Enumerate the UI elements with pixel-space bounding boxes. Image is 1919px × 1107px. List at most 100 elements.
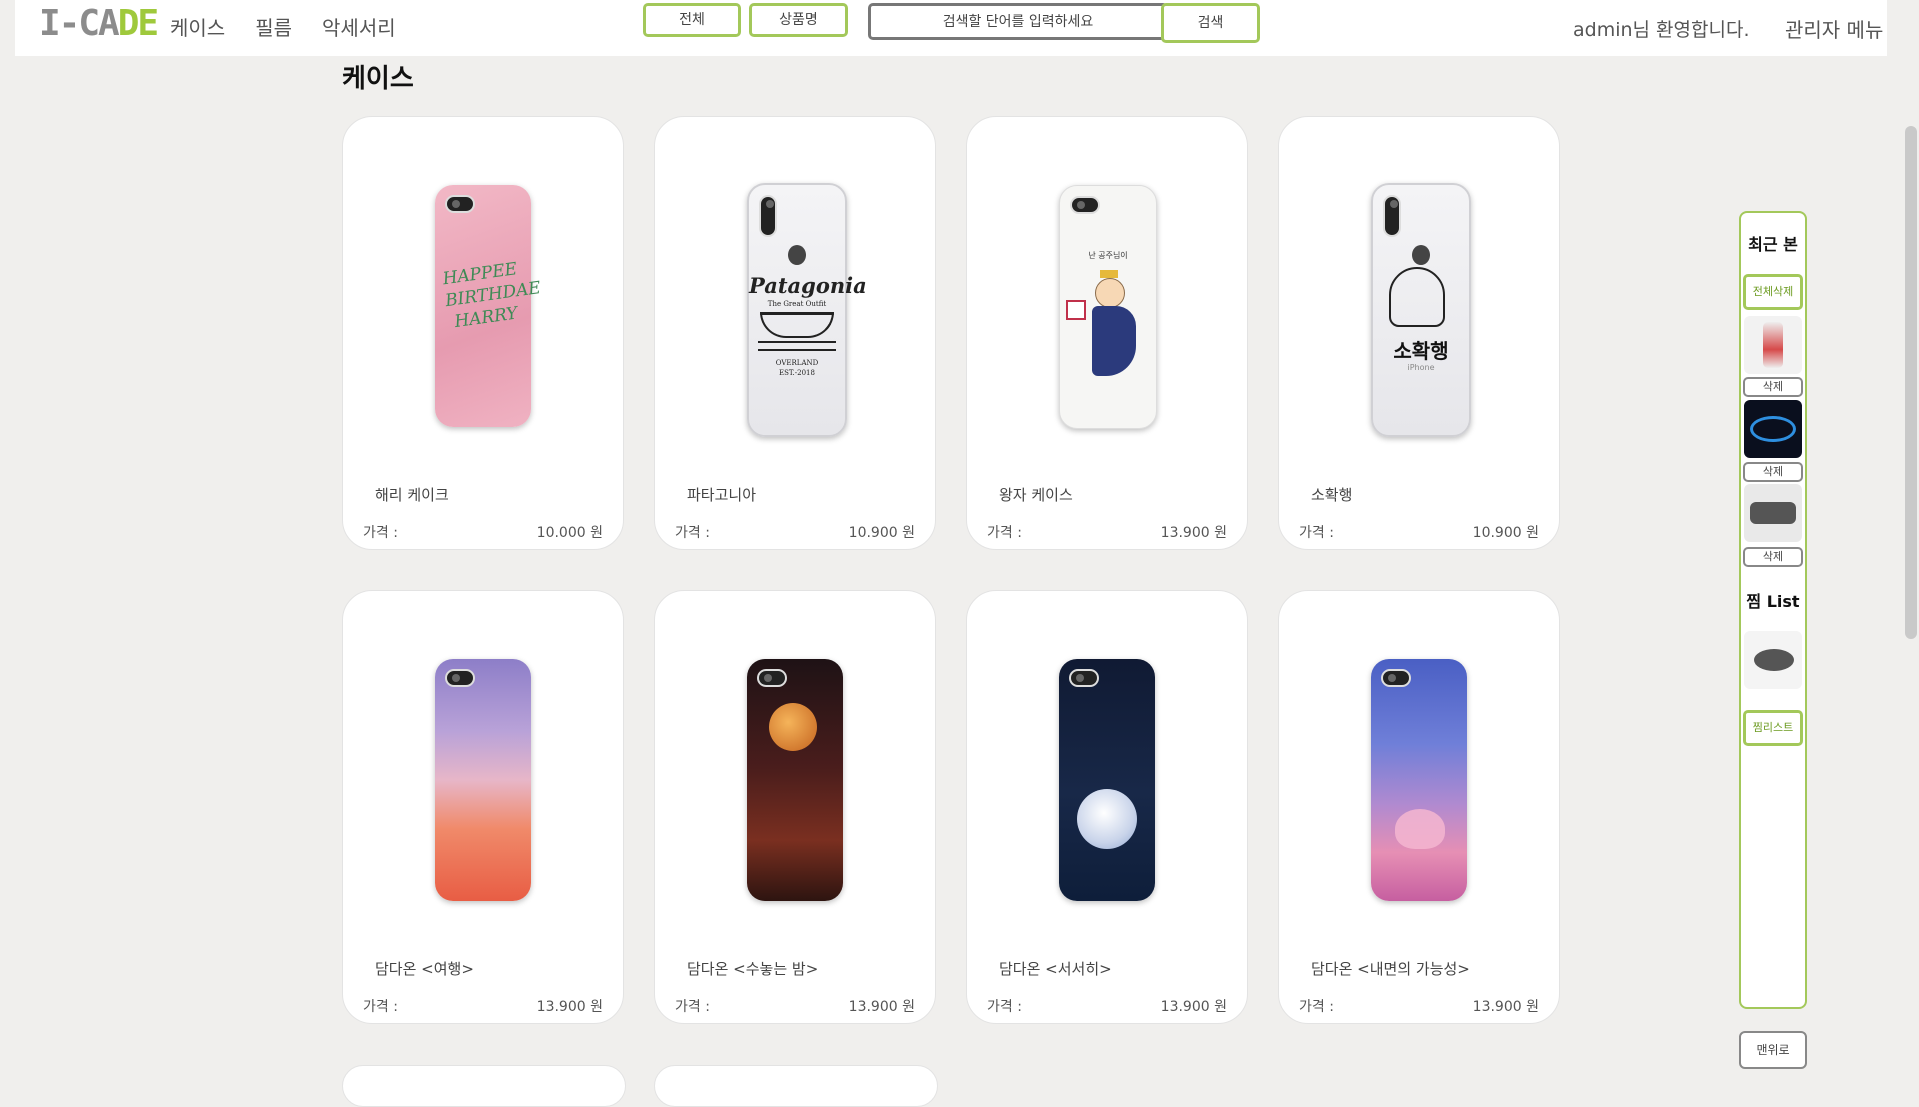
price-label: 가격 : xyxy=(675,999,710,1015)
product-image: Patagonia The Great Outfit OVERLAND EST.… xyxy=(747,183,867,437)
moon-icon xyxy=(769,703,817,751)
phone-case-icon xyxy=(1763,322,1783,368)
product-price: 13.900 원 xyxy=(1160,525,1227,541)
search-button[interactable]: 검색 xyxy=(1161,3,1260,43)
delete-button[interactable]: 삭제 xyxy=(1743,462,1803,482)
admin-menu-link[interactable]: 관리자 메뉴 xyxy=(1785,14,1883,43)
ghost-icon xyxy=(1389,267,1445,327)
nav-case[interactable]: 케이스 xyxy=(170,12,225,41)
product-price: 10.900 원 xyxy=(848,525,915,541)
case-art-brand: Patagonia xyxy=(749,273,867,298)
case-art-sub: The Great Outfit xyxy=(767,300,827,308)
nav-film[interactable]: 필름 xyxy=(255,12,292,41)
product-image xyxy=(1371,659,1467,901)
case-art-text: HAPPEE BIRTHDAE HARRY xyxy=(441,259,543,333)
product-icon xyxy=(1754,649,1794,671)
case-art-sub: iPhone xyxy=(1407,363,1435,372)
product-price: 13.900 원 xyxy=(536,999,603,1015)
price-label: 가격 : xyxy=(1299,999,1334,1015)
camera-icon xyxy=(1383,195,1401,237)
camera-icon xyxy=(445,669,475,687)
controller-icon xyxy=(1750,502,1796,524)
product-card[interactable]: HAPPEE BIRTHDAE HARRY 해리 케이크 가격 : 10.000… xyxy=(342,116,624,550)
page-title: 케이스 xyxy=(342,64,414,94)
apple-logo-icon xyxy=(1412,245,1430,265)
product-card[interactable]: 소확행 iPhone 소확행 가격 : 10.900 원 xyxy=(1278,116,1560,550)
product-image: 난 공주님이 xyxy=(1059,185,1157,429)
product-image: 소확행 iPhone xyxy=(1371,183,1471,437)
wishlist-button[interactable]: 찜리스트 xyxy=(1743,710,1803,746)
price-label: 가격 : xyxy=(1299,525,1334,541)
product-image xyxy=(435,659,531,901)
product-card[interactable]: 담다온 <수놓는 밤> 가격 : 13.900 원 xyxy=(654,590,936,1024)
crown-icon xyxy=(1100,270,1118,278)
main-nav: 케이스 필름 악세서리 xyxy=(170,12,396,41)
product-name: 해리 케이크 xyxy=(375,486,449,504)
product-card[interactable]: Patagonia The Great Outfit OVERLAND EST.… xyxy=(654,116,936,550)
site-logo[interactable]: I-CADE xyxy=(39,4,159,44)
apple-logo-icon xyxy=(788,245,806,265)
price-label: 가격 : xyxy=(363,525,398,541)
camera-icon xyxy=(1070,196,1100,214)
price-label: 가격 : xyxy=(987,999,1022,1015)
product-card[interactable]: 담다온 <서서히> 가격 : 13.900 원 xyxy=(966,590,1248,1024)
product-price: 10.000 원 xyxy=(536,525,603,541)
nav-accessory[interactable]: 악세서리 xyxy=(322,12,396,41)
boat-icon xyxy=(760,312,834,338)
product-name: 왕자 케이스 xyxy=(999,486,1073,504)
recent-sidebar: 최근 본 전체삭제 삭제 삭제 삭제 찜 List 찜리스트 xyxy=(1739,211,1807,1009)
filter-name-button[interactable]: 상품명 xyxy=(749,3,848,37)
top-header: I-CADE 케이스 필름 악세서리 전체 상품명 검색 admin님 환영합니… xyxy=(15,0,1887,56)
camera-icon xyxy=(757,669,787,687)
product-card[interactable]: 담다온 <여행> 가격 : 13.900 원 xyxy=(342,590,624,1024)
product-name: 담다온 <서서히> xyxy=(999,960,1112,978)
product-image xyxy=(747,659,843,901)
product-card[interactable] xyxy=(654,1065,938,1107)
camera-icon xyxy=(759,195,777,237)
product-image xyxy=(1059,659,1155,901)
product-name: 담다온 <여행> xyxy=(375,960,474,978)
recent-thumbnail[interactable] xyxy=(1744,316,1802,374)
product-price: 13.900 원 xyxy=(1472,999,1539,1015)
case-art-text: 난 공주님이 xyxy=(1088,251,1128,260)
product-name: 소확행 xyxy=(1311,486,1353,504)
case-art-line2: EST.-2018 xyxy=(779,369,815,377)
product-card[interactable] xyxy=(342,1065,626,1107)
product-name: 파타고니아 xyxy=(687,486,757,504)
camera-icon xyxy=(1069,669,1099,687)
delete-button[interactable]: 삭제 xyxy=(1743,377,1803,397)
recent-thumbnail[interactable] xyxy=(1744,484,1802,542)
case-art-text: 소확행 xyxy=(1393,339,1449,363)
recent-thumbnail[interactable] xyxy=(1744,400,1802,458)
price-label: 가격 : xyxy=(363,999,398,1015)
camera-icon xyxy=(445,195,475,213)
prince-cape-icon xyxy=(1092,306,1136,376)
wish-title: 찜 List xyxy=(1746,592,1800,611)
prince-head-icon xyxy=(1095,278,1125,308)
search-input[interactable] xyxy=(868,3,1168,40)
product-image: HAPPEE BIRTHDAE HARRY xyxy=(435,185,542,427)
delete-all-button[interactable]: 전체삭제 xyxy=(1743,274,1803,310)
product-card[interactable]: 담다온 <내면의 가능성> 가격 : 13.900 원 xyxy=(1278,590,1560,1024)
delete-button[interactable]: 삭제 xyxy=(1743,547,1803,567)
moon-icon xyxy=(1077,789,1137,849)
cable-icon xyxy=(1750,416,1796,442)
price-label: 가격 : xyxy=(675,525,710,541)
wish-thumbnail[interactable] xyxy=(1744,631,1802,689)
product-price: 13.900 원 xyxy=(1160,999,1227,1015)
product-card[interactable]: 난 공주님이 왕자 케이스 가격 : 13.900 원 xyxy=(966,116,1248,550)
recent-title: 최근 본 xyxy=(1748,235,1798,254)
welcome-text: admin님 환영합니다. xyxy=(1573,19,1750,41)
price-label: 가격 : xyxy=(987,525,1022,541)
product-price: 13.900 원 xyxy=(848,999,915,1015)
shell-icon xyxy=(1395,809,1445,849)
case-art-line1: OVERLAND xyxy=(775,359,819,367)
page-scrollbar[interactable] xyxy=(1905,126,1917,639)
scroll-top-button[interactable]: 맨위로 xyxy=(1739,1031,1807,1069)
product-price: 10.900 원 xyxy=(1472,525,1539,541)
product-name: 담다온 <내면의 가능성> xyxy=(1311,960,1470,978)
waves-icon xyxy=(758,341,836,351)
filter-all-button[interactable]: 전체 xyxy=(643,3,741,37)
gift-box-icon xyxy=(1066,300,1086,320)
camera-icon xyxy=(1381,669,1411,687)
